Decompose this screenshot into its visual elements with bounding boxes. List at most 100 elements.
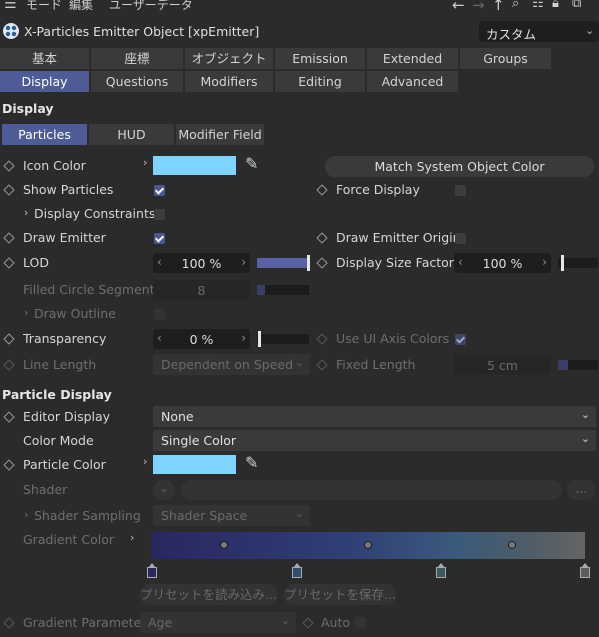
lod-field[interactable]: ‹ 100 % › (153, 253, 250, 273)
draw-emitter-checkbox[interactable] (154, 233, 165, 244)
keyframe-diamond-icon[interactable] (3, 359, 15, 371)
gradient-stop[interactable] (147, 563, 157, 578)
keyframe-diamond-icon[interactable] (3, 333, 15, 345)
keyframe-diamond-icon[interactable] (316, 333, 328, 345)
subtab-modifier-field[interactable]: Modifier Field (176, 124, 264, 145)
gradient-midpoint[interactable] (364, 541, 372, 549)
increment-icon[interactable]: › (241, 255, 246, 269)
lod-label: LOD (23, 255, 49, 270)
transparency-slider[interactable] (257, 331, 309, 347)
show-particles-label: Show Particles (23, 182, 114, 197)
expand-arrow-icon[interactable]: › (143, 156, 147, 169)
keyframe-diamond-icon[interactable] (3, 411, 15, 423)
keyframe-diamond-icon[interactable] (316, 257, 328, 269)
menu-edit[interactable]: 編集 (69, 0, 93, 13)
keyframe-diamond-icon[interactable] (3, 232, 15, 244)
use-ui-axis-colors-checkbox[interactable] (455, 334, 466, 345)
increment-icon[interactable]: › (241, 331, 246, 345)
gradient-parameter-dropdown[interactable]: Age ⌄ (140, 612, 296, 633)
gradient-bar[interactable] (151, 532, 585, 559)
gradient-midpoint[interactable] (220, 541, 228, 549)
tab-extended-data[interactable]: Extended Data (367, 48, 458, 87)
shader-menu-button[interactable]: ⌄ (153, 480, 175, 500)
display-constraints-checkbox[interactable] (154, 209, 165, 220)
back-arrow-icon[interactable]: ← (452, 0, 465, 14)
keyframe-diamond-icon[interactable] (3, 617, 15, 629)
tab-display[interactable]: Display (0, 71, 89, 92)
lock-icon[interactable]: 🔒︎ (552, 0, 559, 11)
expand-arrow-icon[interactable]: › (24, 206, 28, 219)
shader-field[interactable] (181, 480, 562, 500)
shader-more-button[interactable]: ... (567, 480, 596, 500)
new-window-icon[interactable]: ⧉ (572, 0, 581, 11)
expand-arrow-icon[interactable]: › (143, 455, 147, 468)
display-size-factor-field[interactable]: ‹ 100 % › (454, 253, 551, 273)
tab-advanced[interactable]: Advanced (367, 71, 458, 92)
lod-slider[interactable] (257, 255, 310, 271)
tab-object[interactable]: オブジェクト (185, 48, 273, 69)
filled-circle-segments-slider[interactable] (257, 285, 309, 295)
expand-arrow-icon[interactable]: › (24, 306, 28, 319)
tab-basic[interactable]: 基本 (0, 48, 89, 69)
show-particles-checkbox[interactable] (154, 185, 165, 196)
icon-color-swatch[interactable] (153, 156, 236, 175)
eyedropper-icon[interactable]: ✎ (245, 453, 258, 472)
subtab-particles[interactable]: Particles (2, 124, 87, 145)
tab-editing[interactable]: Editing (275, 71, 365, 92)
lod-slider-knob[interactable] (307, 255, 310, 271)
tab-groups[interactable]: Groups (460, 48, 551, 69)
display-size-factor-slider-knob[interactable] (561, 255, 564, 271)
fixed-length-field[interactable]: 5 cm (454, 355, 551, 375)
expand-arrow-icon[interactable]: › (24, 508, 28, 521)
tab-questions[interactable]: Questions (91, 71, 183, 92)
search-icon[interactable]: ⌕ (512, 0, 519, 11)
hamburger-menu-icon[interactable]: ☰ (4, 0, 17, 12)
preset-dropdown[interactable]: カスタム ⌄ (479, 21, 599, 42)
draw-emitter-label: Draw Emitter (23, 230, 106, 245)
forward-arrow-icon[interactable]: → (472, 0, 485, 14)
filled-circle-segments-field[interactable]: 8 (153, 280, 250, 300)
tab-coordinates[interactable]: 座標 (91, 48, 183, 69)
force-display-checkbox[interactable] (455, 185, 466, 196)
keyframe-diamond-icon[interactable] (316, 232, 328, 244)
tab-modifiers[interactable]: Modifiers (185, 71, 273, 92)
fixed-length-slider[interactable] (558, 360, 598, 370)
increment-icon[interactable]: › (542, 255, 547, 269)
keyframe-diamond-icon[interactable] (3, 257, 15, 269)
gradient-stop[interactable] (292, 563, 302, 578)
line-length-dropdown[interactable]: Dependent on Speed ⌄ (153, 354, 310, 375)
transparency-field[interactable]: ‹ 0 % › (153, 329, 250, 349)
keyframe-diamond-icon[interactable] (316, 184, 328, 196)
menu-userdata[interactable]: ユーザーデータ (109, 0, 193, 13)
tab-emission[interactable]: Emission (275, 48, 365, 69)
expand-arrow-icon[interactable]: › (130, 531, 134, 544)
gradient-stop[interactable] (436, 563, 446, 578)
filled-circle-segments-value: 8 (197, 283, 206, 298)
xparticles-emitter-icon (3, 23, 19, 39)
keyframe-diamond-icon[interactable] (3, 160, 15, 172)
keyframe-diamond-icon[interactable] (302, 617, 314, 629)
filter-icon[interactable]: ☷ (532, 0, 544, 11)
subtab-hud[interactable]: HUD (89, 124, 174, 145)
load-preset-button[interactable]: プリセットを読み込み... (140, 584, 277, 605)
object-title-bar: X-Particles Emitter Object [xpEmitter] カ… (0, 18, 599, 46)
transparency-slider-knob[interactable] (258, 331, 261, 347)
particle-color-swatch[interactable] (153, 455, 236, 474)
save-preset-button[interactable]: プリセットを保存... (284, 584, 396, 605)
auto-checkbox[interactable] (355, 617, 366, 628)
eyedropper-icon[interactable]: ✎ (245, 154, 258, 173)
display-size-factor-slider[interactable] (558, 255, 598, 271)
keyframe-diamond-icon[interactable] (3, 459, 15, 471)
keyframe-diamond-icon[interactable] (3, 184, 15, 196)
menu-mode[interactable]: モード (26, 0, 62, 13)
up-arrow-icon[interactable]: ↑ (492, 0, 505, 14)
draw-emitter-origin-checkbox[interactable] (455, 233, 466, 244)
draw-outline-checkbox[interactable] (154, 309, 165, 320)
color-mode-dropdown[interactable]: Single Color ⌄ (153, 430, 596, 451)
shader-sampling-dropdown[interactable]: Shader Space ⌄ (153, 505, 310, 526)
keyframe-diamond-icon[interactable] (316, 359, 328, 371)
gradient-stop[interactable] (580, 563, 590, 578)
gradient-midpoint[interactable] (508, 541, 516, 549)
match-system-object-color-button[interactable]: Match System Object Color (325, 156, 594, 177)
editor-display-dropdown[interactable]: None ⌄ (153, 406, 596, 427)
